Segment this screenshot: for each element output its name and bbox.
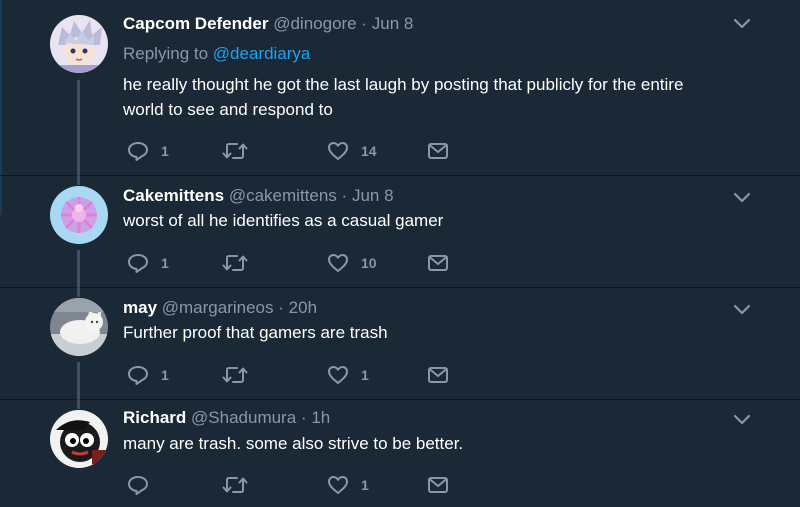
reply-icon xyxy=(128,254,148,273)
mention-link[interactable]: @deardiarya xyxy=(213,44,311,63)
display-name[interactable]: may xyxy=(123,298,157,317)
retweet-button[interactable] xyxy=(222,140,260,162)
replying-to-label: Replying to xyxy=(123,44,209,63)
tweet-text: worst of all he identifies as a casual g… xyxy=(123,211,444,230)
retweet-icon xyxy=(222,367,248,383)
tweet-header: Cakemittens @cakemittens · Jun 8 xyxy=(123,186,394,206)
user-handle[interactable]: @dinogore xyxy=(273,14,356,33)
thread-line xyxy=(77,80,80,175)
reply-button[interactable]: 1 xyxy=(127,364,169,386)
reply-count: 1 xyxy=(161,255,169,271)
tweet-text: Further proof that gamers are trash xyxy=(123,323,388,342)
avatar[interactable] xyxy=(50,15,108,73)
user-handle[interactable]: @cakemittens xyxy=(229,186,337,205)
separator-dot: · xyxy=(361,14,368,33)
direct-message-button[interactable] xyxy=(427,140,449,162)
tweet-actions: 1 14 xyxy=(127,140,457,162)
envelope-icon xyxy=(428,255,448,271)
timestamp[interactable]: 1h xyxy=(311,408,330,427)
tweet[interactable]: Cakemittens @cakemittens · Jun 8 worst o… xyxy=(0,175,800,288)
reply-count: 1 xyxy=(161,367,169,383)
retweet-button[interactable] xyxy=(222,474,260,496)
heart-icon xyxy=(328,366,348,384)
tweet-header: Capcom Defender @dinogore · Jun 8 xyxy=(123,14,413,34)
like-button[interactable]: 1 xyxy=(327,364,369,386)
tweet[interactable]: Capcom Defender @dinogore · Jun 8 Replyi… xyxy=(0,0,800,175)
avatar[interactable] xyxy=(50,298,108,356)
thread-line xyxy=(77,250,80,288)
direct-message-button[interactable] xyxy=(427,474,449,496)
tweet[interactable]: may @margarineos · 20h Further proof tha… xyxy=(0,287,800,400)
heart-icon xyxy=(328,142,348,160)
tweet-text: many are trash. some also strive to be b… xyxy=(123,434,464,453)
tweet-header: Richard @Shadumura · 1h xyxy=(123,408,330,428)
reply-button[interactable] xyxy=(127,474,161,496)
retweet-icon xyxy=(222,477,248,493)
tweet[interactable]: Richard @Shadumura · 1h many are trash. … xyxy=(0,399,800,507)
retweet-icon xyxy=(222,255,248,271)
chevron-down-icon[interactable] xyxy=(733,304,751,316)
tweet-actions: 1 10 xyxy=(127,252,457,274)
like-count: 1 xyxy=(361,477,369,493)
timestamp[interactable]: 20h xyxy=(289,298,317,317)
user-handle[interactable]: @Shadumura xyxy=(191,408,296,427)
retweet-button[interactable] xyxy=(222,364,260,386)
separator-dot: · xyxy=(300,408,307,427)
reply-count: 1 xyxy=(161,143,169,159)
display-name[interactable]: Capcom Defender xyxy=(123,14,268,33)
display-name[interactable]: Cakemittens xyxy=(123,186,224,205)
direct-message-button[interactable] xyxy=(427,252,449,274)
tweet-text: he really thought he got the last laugh … xyxy=(123,75,684,119)
like-count: 14 xyxy=(361,143,377,159)
chevron-down-icon[interactable] xyxy=(733,192,751,204)
like-button[interactable]: 10 xyxy=(327,252,377,274)
timestamp[interactable]: Jun 8 xyxy=(352,186,394,205)
tweet-header: may @margarineos · 20h xyxy=(123,298,317,318)
reply-icon xyxy=(128,476,148,495)
tweet-actions: 1 xyxy=(127,474,457,496)
thread-line xyxy=(77,399,80,409)
separator-dot: · xyxy=(341,186,348,205)
retweet-icon xyxy=(222,143,248,159)
chevron-down-icon[interactable] xyxy=(733,414,751,426)
envelope-icon xyxy=(428,367,448,383)
timestamp[interactable]: Jun 8 xyxy=(372,14,414,33)
envelope-icon xyxy=(428,477,448,493)
thread-line xyxy=(77,362,80,400)
like-button[interactable]: 14 xyxy=(327,140,377,162)
direct-message-button[interactable] xyxy=(427,364,449,386)
avatar[interactable] xyxy=(50,410,108,468)
display-name[interactable]: Richard xyxy=(123,408,186,427)
reply-icon xyxy=(128,366,148,385)
separator-dot: · xyxy=(278,298,284,317)
reply-icon xyxy=(128,142,148,161)
reply-button[interactable]: 1 xyxy=(127,140,169,162)
retweet-button[interactable] xyxy=(222,252,260,274)
thread-line xyxy=(77,287,80,297)
avatar[interactable] xyxy=(50,186,108,244)
heart-icon xyxy=(328,254,348,272)
envelope-icon xyxy=(428,143,448,159)
like-count: 1 xyxy=(361,367,369,383)
heart-icon xyxy=(328,476,348,494)
tweet-actions: 1 1 xyxy=(127,364,457,386)
user-handle[interactable]: @margarineos xyxy=(162,298,274,317)
like-button[interactable]: 1 xyxy=(327,474,369,496)
replying-to: Replying to @deardiarya xyxy=(123,44,310,64)
reply-button[interactable]: 1 xyxy=(127,252,169,274)
like-count: 10 xyxy=(361,255,377,271)
chevron-down-icon[interactable] xyxy=(733,18,751,30)
thread-line xyxy=(77,175,80,185)
